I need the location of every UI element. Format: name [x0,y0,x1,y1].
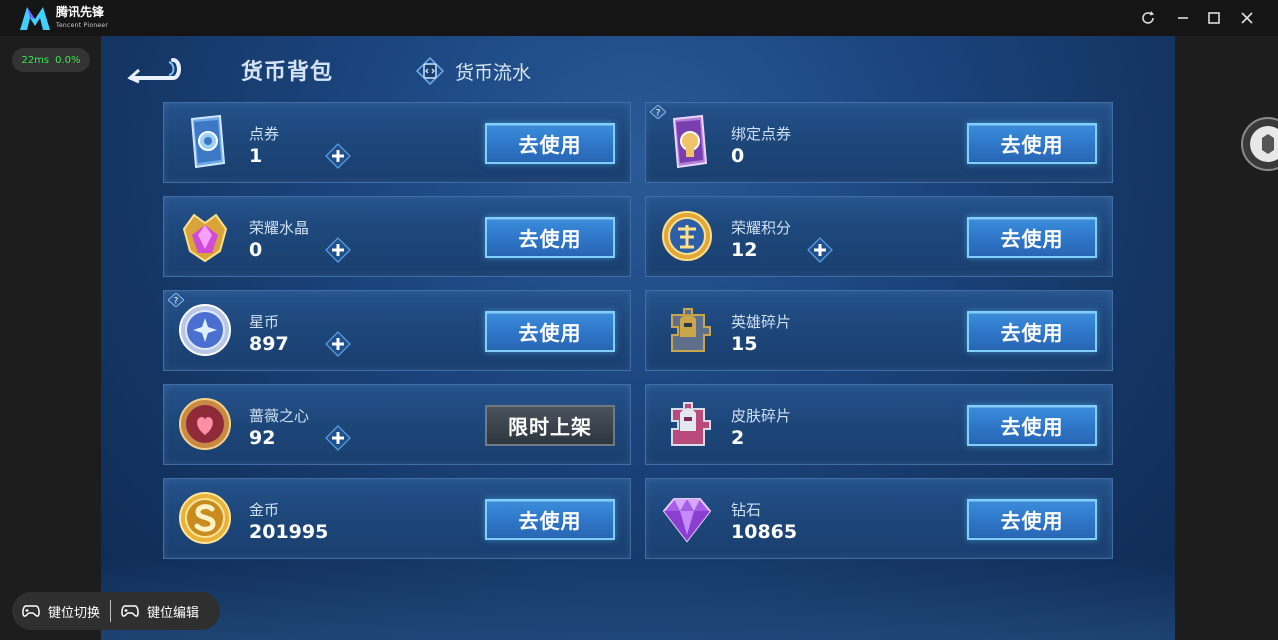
currency-flow-icon [415,56,445,86]
coupon-card-icon [190,114,226,169]
game-viewport: 货币背包 货币流水 点券 1 去使用 ? 绑定点券 0 去使用 荣耀水晶 0 去… [101,36,1175,640]
floating-menu-icon[interactable] [1240,116,1278,172]
latency-indicator: 22ms 0.0% [12,48,90,72]
currency-amount: 12 [731,239,758,261]
limited-time-button[interactable]: 限时上架 [485,405,615,446]
currency-amount: 0 [731,145,745,167]
diamond-icon [662,498,712,543]
tab-currency-flow-label: 货币流水 [455,61,532,84]
currency-name: 绑定点券 [731,125,792,143]
skin-fragment-icon [671,402,711,446]
currency-card-bound-coupon: ? 绑定点券 0 去使用 [645,102,1113,183]
currency-card-gold-coin: 金币 201995 去使用 [163,478,631,559]
tencent-pioneer-logo [20,7,50,30]
currency-name: 金币 [249,501,280,519]
use-button[interactable]: 去使用 [485,123,615,164]
currency-amount: 2 [731,427,745,449]
currency-name: 钻石 [731,501,762,519]
back-arrow-icon[interactable] [125,52,183,86]
window-titlebar: 腾讯先锋 Tencent Pioneer [0,0,1278,36]
currency-card-star-coin: ? 星币 897 去使用 [163,290,631,371]
currency-amount: 0 [249,239,263,261]
minimize-icon [1178,17,1188,19]
glory-crystal-icon [182,213,228,263]
use-button[interactable]: 去使用 [485,311,615,352]
tab-currency-bag[interactable]: 货币背包 [241,54,333,86]
gold-coin-icon [179,492,231,544]
use-button[interactable]: 去使用 [485,217,615,258]
currency-card-glory-points: 荣耀积分 12 去使用 [645,196,1113,277]
left-sidebar [0,36,101,640]
use-button[interactable]: 去使用 [485,499,615,540]
glory-points-icon [662,211,712,261]
brand-name: 腾讯先锋 [56,5,105,19]
hero-fragment-icon [671,308,711,352]
currency-amount: 1 [249,145,263,167]
currency-amount: 92 [249,427,276,449]
currency-card-rose-heart: 蔷薇之心 92 限时上架 [163,384,631,465]
tab-currency-flow[interactable]: 货币流水 [415,56,531,86]
currency-card-hero-fragment: 英雄碎片 15 去使用 [645,290,1113,371]
packet-loss-value: 0.0% [55,54,81,66]
add-icon[interactable] [325,143,351,169]
key-edit-label: 键位编辑 [147,605,200,621]
use-button[interactable]: 去使用 [967,123,1097,164]
add-icon[interactable] [325,237,351,263]
star-coin-icon [179,304,231,356]
add-icon[interactable] [807,237,833,263]
latency-value: 22ms [21,54,50,66]
currency-card-diamond: 钻石 10865 去使用 [645,478,1113,559]
close-button[interactable] [1234,6,1260,30]
add-icon[interactable] [325,425,351,451]
currency-amount: 201995 [249,521,329,543]
currency-name: 星币 [249,313,280,331]
currency-name: 荣耀水晶 [249,219,310,237]
rose-heart-icon [179,398,231,450]
currency-card-skin-fragment: 皮肤碎片 2 去使用 [645,384,1113,465]
currency-card-glory-crystal: 荣耀水晶 0 去使用 [163,196,631,277]
brand: 腾讯先锋 Tencent Pioneer [56,6,108,32]
add-icon[interactable] [325,331,351,357]
close-icon [1241,12,1253,24]
use-button[interactable]: 去使用 [967,217,1097,258]
use-button[interactable]: 去使用 [967,499,1097,540]
maximize-icon [1208,12,1220,24]
minimize-button[interactable] [1170,6,1196,30]
use-button[interactable]: 去使用 [967,405,1097,446]
gamepad-icon [121,605,139,617]
maximize-button[interactable] [1201,6,1227,30]
key-mapping-bar: 键位切换 键位编辑 [12,592,220,630]
currency-card-coupon: 点券 1 去使用 [163,102,631,183]
currency-name: 点券 [249,125,280,143]
currency-name: 皮肤碎片 [731,407,792,425]
key-edit-button[interactable]: 键位编辑 [111,602,209,621]
key-switch-label: 键位切换 [48,605,101,621]
gamepad-icon [22,605,40,617]
currency-name: 蔷薇之心 [249,407,310,425]
use-button[interactable]: 去使用 [967,311,1097,352]
refresh-button[interactable] [1135,6,1161,30]
refresh-icon [1142,11,1154,24]
currency-name: 英雄碎片 [731,313,792,331]
brand-subtitle: Tencent Pioneer [56,22,109,29]
currency-amount: 897 [249,333,289,355]
currency-name: 荣耀积分 [731,219,792,237]
bound-coupon-card-icon [672,114,708,169]
key-switch-button[interactable]: 键位切换 [12,602,110,621]
currency-amount: 15 [731,333,758,355]
currency-amount: 10865 [731,521,798,543]
